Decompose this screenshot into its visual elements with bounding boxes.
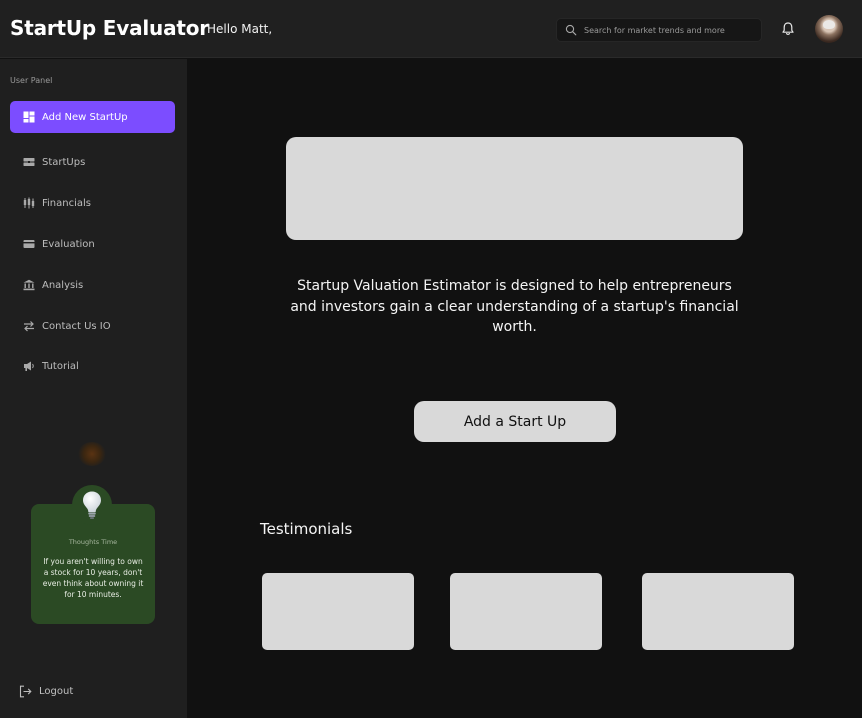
hero-banner-placeholder [286,137,743,240]
card-icon [23,238,35,250]
logout-button[interactable]: Logout [19,685,73,698]
sidebar: User Panel Add New StartUp StartUps Fina… [0,59,187,718]
testimonials-heading: Testimonials [260,520,353,538]
intro-text: Startup Valuation Estimator is designed … [290,278,739,335]
sidebar-item-label: Contact Us IO [42,320,111,332]
greeting-text: Hello Matt, [207,22,273,36]
sidebar-item-add-new-startup[interactable]: Add New StartUp [10,101,175,133]
main-content: Startup Valuation Estimator is designed … [187,59,862,718]
search-placeholder: Search for market trends and more [584,26,725,35]
search-icon [565,24,577,36]
sidebar-item-financials[interactable]: Financials [10,187,175,219]
sidebar-item-tutorial[interactable]: Tutorial [10,350,175,382]
sidebar-item-label: Evaluation [42,238,95,250]
add-startup-button[interactable]: Add a Start Up [414,401,616,442]
logout-label: Logout [39,686,74,697]
sidebar-item-label: Add New StartUp [42,111,128,123]
sidebar-item-label: Financials [42,197,91,209]
app-title: StartUp Evaluator [10,16,209,40]
testimonial-card[interactable] [262,573,414,650]
sidebar-item-startups[interactable]: StartUps [10,146,175,178]
thoughts-title: Thoughts Time [68,538,118,546]
dashboard-grid-icon [23,111,35,123]
decorative-glow [78,442,106,466]
panel-label: User Panel [10,76,53,85]
megaphone-icon [23,360,35,372]
candlestick-icon [23,197,35,209]
sidebar-item-label: Analysis [42,279,84,291]
sidebar-item-label: StartUps [42,156,86,168]
bell-icon[interactable] [780,21,796,37]
sidebar-item-contact-us[interactable]: Contact Us IO [10,310,175,342]
testimonial-card[interactable] [642,573,794,650]
thoughts-quote: If you aren't willing to own a stock for… [42,557,144,599]
sidebar-item-analysis[interactable]: Analysis [10,269,175,301]
sidebar-item-evaluation[interactable]: Evaluation [10,228,175,260]
avatar[interactable] [815,15,843,43]
swap-arrows-icon [23,320,35,332]
sidebar-item-label: Tutorial [42,360,79,372]
logout-icon [19,685,32,698]
testimonial-card[interactable] [450,573,602,650]
search-input[interactable]: Search for market trends and more [556,18,762,42]
top-bar: StartUp Evaluator Hello Matt, Search for… [0,0,862,58]
lightbulb-icon [83,491,101,519]
bank-icon [23,279,35,291]
startups-icon [23,156,35,168]
lightbulb-badge [72,485,112,525]
